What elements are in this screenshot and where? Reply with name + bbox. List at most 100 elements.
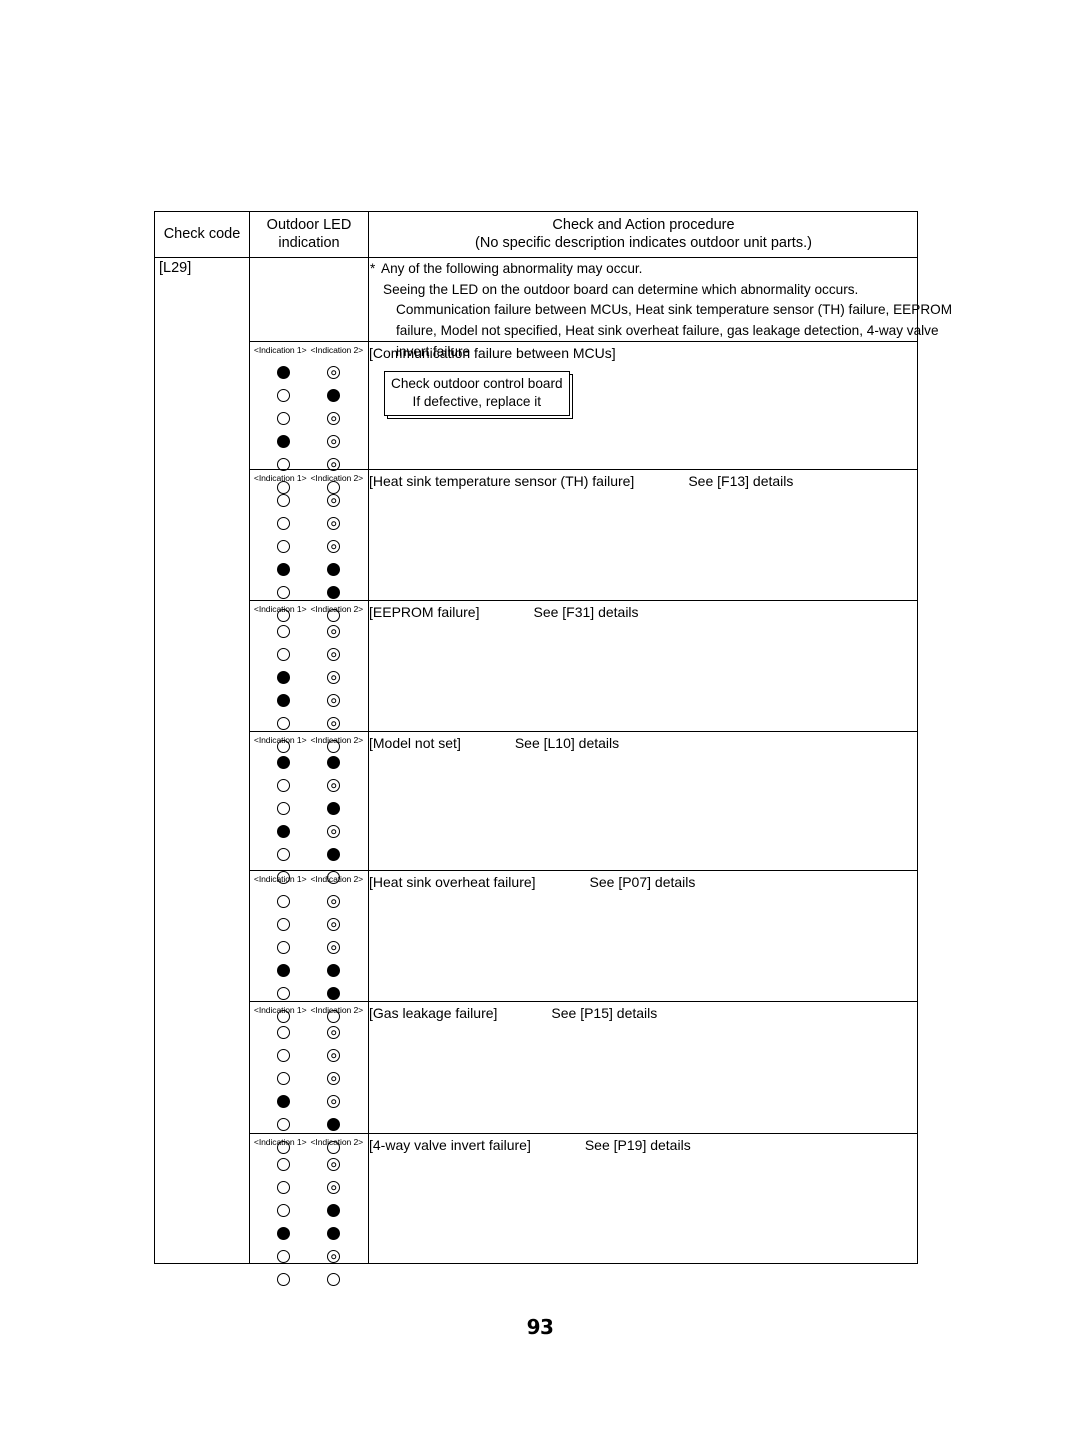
led-cell-indication-2	[309, 366, 359, 379]
led-blink-icon	[327, 1158, 340, 1171]
indication-2-label: <Indication 2>	[310, 874, 364, 884]
led-pattern-row	[249, 384, 368, 407]
led-off-icon	[277, 1250, 290, 1263]
led-cell-indication-2	[309, 1095, 359, 1108]
led-pattern-row	[249, 843, 368, 866]
led-on-icon	[277, 366, 290, 379]
led-cell-indication-2	[309, 389, 359, 402]
header-outdoor-led-line1: Outdoor LED	[266, 216, 352, 233]
led-on-icon	[327, 848, 340, 861]
led-pattern-row	[249, 1153, 368, 1176]
indication-2-label: <Indication 2>	[310, 345, 364, 355]
led-on-icon	[277, 756, 290, 769]
failure-title: [Heat sink overheat failure]	[369, 874, 536, 890]
led-pattern-row	[249, 1222, 368, 1245]
indication-columns-header: <Indication 1> <Indication 2>	[251, 345, 366, 355]
led-blink-icon	[327, 825, 340, 838]
section-procedure-body: [Heat sink overheat failure] See [P07] de…	[369, 873, 915, 891]
led-on-icon	[277, 671, 290, 684]
led-off-icon	[277, 1049, 290, 1062]
led-cell-indication-1	[259, 756, 309, 769]
led-on-icon	[277, 825, 290, 838]
action-box-inner: Check outdoor control board If defective,…	[384, 371, 570, 417]
section-title-line: [4-way valve invert failure] See [P19] de…	[369, 1136, 915, 1154]
indication-2-label: <Indication 2>	[310, 473, 364, 483]
header-procedure-line1: Check and Action procedure	[552, 216, 735, 233]
led-section-heat-sink-overheat-failure: <Indication 1> <Indication 2> [Heat sink o…	[249, 871, 917, 1023]
led-pattern-row	[249, 430, 368, 453]
led-blink-icon	[327, 540, 340, 553]
led-cell-indication-1	[259, 648, 309, 661]
led-section-model-not-set: <Indication 1> <Indication 2> [Model not s…	[249, 732, 917, 884]
led-pattern-row	[249, 820, 368, 843]
indication-2-label: <Indication 2>	[310, 1005, 364, 1015]
led-cell-indication-1	[259, 1095, 309, 1108]
led-on-icon	[277, 964, 290, 977]
led-blink-icon	[327, 625, 340, 638]
header-outdoor-led-indication: Outdoor LED indication	[250, 212, 368, 257]
header-check-code: Check code	[155, 212, 249, 257]
led-cell-indication-1	[259, 1026, 309, 1039]
header-check-and-action-procedure: Check and Action procedure (No specific …	[369, 212, 918, 257]
led-blink-icon	[327, 648, 340, 661]
led-pattern-row	[249, 666, 368, 689]
led-cell-indication-2	[309, 1158, 359, 1171]
led-cell-indication-2	[309, 648, 359, 661]
intro-line-1: * Any of the following abnormality may oc…	[370, 259, 916, 280]
section-title-line: [Communication failure between MCUs]	[369, 344, 915, 362]
led-off-icon	[277, 1273, 290, 1286]
led-pattern-row	[249, 1199, 368, 1222]
led-cell-indication-2	[309, 1072, 359, 1085]
indication-1-label: <Indication 1>	[253, 1137, 307, 1147]
led-blink-icon	[327, 895, 340, 908]
led-cell-indication-2	[309, 625, 359, 638]
led-cell-indication-2	[309, 802, 359, 815]
led-cell-indication-2	[309, 586, 359, 599]
led-cell-indication-2	[309, 848, 359, 861]
led-off-icon	[277, 895, 290, 908]
led-cell-indication-1	[259, 802, 309, 815]
led-blink-icon	[327, 1072, 340, 1085]
indication-1-label: <Indication 1>	[253, 604, 307, 614]
section-title-line: [EEPROM failure] See [F31] details	[369, 603, 915, 621]
led-off-icon	[277, 494, 290, 507]
led-blink-icon	[327, 1095, 340, 1108]
see-details-reference: See [F31] details	[533, 604, 639, 620]
intro-line-4: failure, Model not specified, Heat sink …	[396, 322, 939, 338]
led-blink-icon	[327, 941, 340, 954]
indication-1-label: <Indication 1>	[253, 1005, 307, 1015]
section-title-line: [Heat sink temperature sensor (TH) failu…	[369, 472, 915, 490]
led-blink-icon	[327, 1250, 340, 1263]
section-procedure-body: [4-way valve invert failure] See [P19] de…	[369, 1136, 915, 1154]
led-pattern-row	[249, 361, 368, 384]
led-off-icon	[277, 1072, 290, 1085]
led-cell-indication-1	[259, 517, 309, 530]
led-cell-indication-2	[309, 494, 359, 507]
led-off-icon	[277, 717, 290, 730]
led-cell-indication-2	[309, 1273, 359, 1286]
failure-title: [EEPROM failure]	[369, 604, 480, 620]
led-cell-indication-2	[309, 671, 359, 684]
led-off-icon	[277, 848, 290, 861]
led-cell-indication-1	[259, 964, 309, 977]
led-cell-indication-2	[309, 1227, 359, 1240]
led-section-heat-sink-temperature-sensor-th-failure: <Indication 1> <Indication 2> [Heat sink t…	[249, 470, 917, 622]
asterisk-marker: *	[370, 261, 376, 276]
header-bottom-rule	[155, 257, 917, 258]
led-on-icon	[277, 694, 290, 707]
led-pattern-row	[249, 489, 368, 512]
led-cell-indication-1	[259, 1227, 309, 1240]
led-cell-indication-1	[259, 895, 309, 908]
led-blink-icon	[327, 435, 340, 448]
led-on-icon	[327, 987, 340, 1000]
section-procedure-body: [Model not set] See [L10] details	[369, 734, 915, 752]
action-box-line-1: Check outdoor control board	[391, 376, 563, 392]
led-off-icon	[277, 1026, 290, 1039]
led-cell-indication-1	[259, 366, 309, 379]
led-pattern-row	[249, 936, 368, 959]
led-cell-indication-1	[259, 694, 309, 707]
led-cell-indication-1	[259, 1049, 309, 1062]
led-cell-indication-2	[309, 563, 359, 576]
led-off-icon	[277, 412, 290, 425]
led-cell-indication-2	[309, 987, 359, 1000]
